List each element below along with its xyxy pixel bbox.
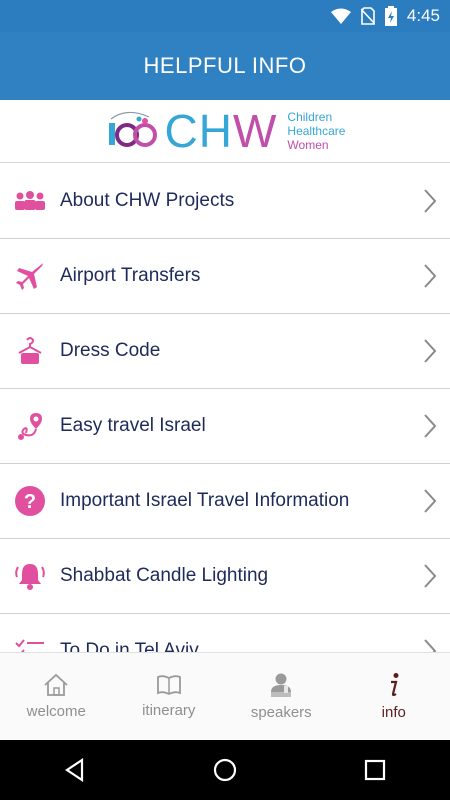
chevron-right-icon <box>410 164 450 239</box>
list-item-important-israel-travel-information[interactable]: ? Important Israel Travel Information <box>0 464 450 539</box>
tab-label: info <box>381 704 406 721</box>
info-list: About CHW Projects Airport Transfers Dre… <box>0 164 450 652</box>
home-button-icon[interactable] <box>213 758 237 782</box>
svg-text:?: ? <box>24 491 36 513</box>
tab-label: itinerary <box>142 702 196 719</box>
app-bar: HELPFUL INFO <box>0 32 450 100</box>
list-item-dress-code[interactable]: Dress Code <box>0 314 450 389</box>
tab-label: speakers <box>250 704 312 721</box>
chevron-right-icon <box>410 539 450 614</box>
page-title: HELPFUL INFO <box>143 53 307 78</box>
tab-info[interactable]: info <box>338 653 450 740</box>
list-item-to-do-in-tel-aviv[interactable]: To Do in Tel Aviv <box>0 614 450 652</box>
tagline-line: Women <box>287 138 329 152</box>
chw-logo: CHW Children Healthcare Women <box>105 105 345 157</box>
tab-itinerary[interactable]: itinerary <box>113 653 226 740</box>
list-item-about-chw-projects[interactable]: About CHW Projects <box>0 164 450 239</box>
bell-icon <box>0 539 60 614</box>
list-item-easy-travel-israel[interactable]: Easy travel Israel <box>0 389 450 464</box>
chevron-right-icon <box>410 614 450 652</box>
list-item-shabbat-candle-lighting[interactable]: Shabbat Candle Lighting <box>0 539 450 614</box>
back-icon[interactable] <box>64 758 86 782</box>
logo-wordmark: CHW <box>164 105 278 157</box>
list-item-label: To Do in Tel Aviv <box>60 640 199 652</box>
status-icons: 4:45 <box>330 0 440 32</box>
hanger-icon <box>0 314 60 389</box>
tagline-line: Healthcare <box>287 124 346 138</box>
logo-tagline: Children Healthcare Women <box>287 110 345 152</box>
wifi-icon <box>330 8 351 24</box>
list-item-airport-transfers[interactable]: Airport Transfers <box>0 239 450 314</box>
route-pin-icon <box>0 389 60 464</box>
chevron-right-icon <box>410 464 450 539</box>
airplane-icon <box>0 239 60 314</box>
tab-welcome[interactable]: welcome <box>0 653 113 740</box>
battery-icon <box>384 6 397 26</box>
centennial-100-logo-icon <box>108 111 157 147</box>
info-icon <box>390 673 399 697</box>
bottom-tab-bar: welcome itinerary speakers info <box>0 652 450 740</box>
checklist-icon <box>0 614 60 652</box>
people-icon <box>0 164 60 239</box>
tagline-line: Children <box>287 110 333 124</box>
chevron-right-icon <box>410 239 450 314</box>
home-icon <box>44 673 68 696</box>
tab-label: welcome <box>26 703 86 720</box>
logo-wordmark-w: W <box>233 105 278 157</box>
book-icon <box>156 675 181 696</box>
system-navigation-bar <box>0 740 450 800</box>
no-sim-icon <box>360 7 375 25</box>
speaker-icon <box>271 673 292 697</box>
list-item-label: About CHW Projects <box>60 190 235 211</box>
list-item-label: Important Israel Travel Information <box>60 490 350 511</box>
logo-banner: CHW Children Healthcare Women <box>0 100 450 163</box>
list-item-label: Airport Transfers <box>60 265 201 286</box>
list-item-label: Shabbat Candle Lighting <box>60 565 269 586</box>
list-item-label: Easy travel Israel <box>60 415 206 436</box>
status-bar: 4:45 <box>0 0 450 32</box>
tab-speakers[interactable]: speakers <box>225 653 338 740</box>
status-time: 4:45 <box>406 6 440 25</box>
chevron-right-icon <box>410 314 450 389</box>
recents-icon[interactable] <box>364 759 386 781</box>
question-icon: ? <box>0 464 60 539</box>
list-item-label: Dress Code <box>60 340 161 361</box>
chevron-right-icon <box>410 389 450 464</box>
